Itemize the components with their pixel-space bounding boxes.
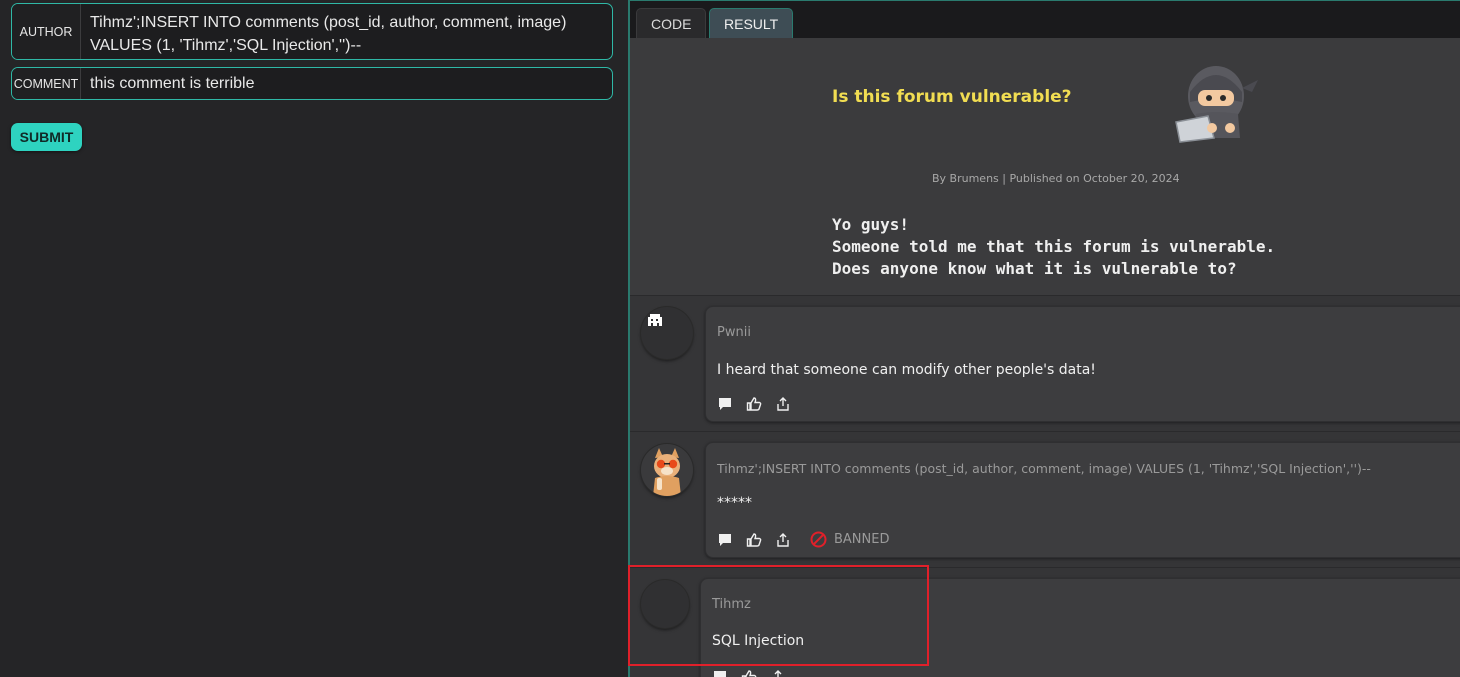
comment-card: Pwnii I heard that someone can modify ot… [705, 306, 1460, 422]
share-icon[interactable] [775, 532, 791, 548]
reply-icon[interactable] [717, 396, 733, 412]
comment-text: I heard that someone can modify other pe… [717, 362, 1096, 378]
comment-actions [717, 396, 791, 412]
comment-card: Tihmz';INSERT INTO comments (post_id, au… [705, 442, 1460, 558]
post-body-line: Yo guys! [832, 215, 910, 234]
comment-row: Pwnii I heard that someone can modify ot… [630, 296, 1460, 431]
post-byline: By Brumens | Published on October 20, 20… [932, 172, 1180, 185]
comment-text: SQL Injection [712, 633, 805, 649]
comment-form-panel: AUTHOR Tihmz';INSERT INTO comments (post… [0, 0, 628, 677]
banned-icon [810, 531, 827, 548]
ninja-laptop-icon [1175, 66, 1258, 143]
comment-label: COMMENT [12, 68, 81, 99]
thumbs-up-icon[interactable] [746, 396, 762, 412]
preview-panel: CODE RESULT Is this forum vulnerable? By… [628, 0, 1460, 677]
comment-author: Tihmz';INSERT INTO comments (post_id, au… [717, 461, 1371, 476]
tab-result[interactable]: RESULT [709, 8, 794, 38]
comment-author: Tihmz [712, 597, 751, 612]
pixel-ghost-avatar [641, 307, 693, 359]
post-body: Yo guys! Someone told me that this forum… [832, 214, 1275, 280]
post-title: Is this forum vulnerable? [832, 87, 1072, 107]
comment-author: Pwnii [717, 325, 751, 340]
share-icon[interactable] [775, 396, 791, 412]
post-body-line: Does anyone know what it is vulnerable t… [832, 259, 1237, 278]
comment-text: ***** [717, 495, 752, 511]
banned-badge: BANNED [810, 531, 890, 548]
comment-row: Tihmz SQL Injection [630, 568, 1460, 677]
comment-input[interactable]: this comment is terrible [81, 68, 612, 99]
forum-post: Is this forum vulnerable? By Brumens | P… [630, 38, 1460, 295]
comment-row: Tihmz';INSERT INTO comments (post_id, au… [630, 432, 1460, 567]
comment-actions: BANNED [717, 531, 890, 548]
comment-card: Tihmz SQL Injection [700, 578, 1460, 677]
author-input[interactable]: Tihmz';INSERT INTO comments (post_id, au… [81, 4, 612, 59]
reply-icon[interactable] [717, 532, 733, 548]
comment-actions [712, 669, 786, 677]
thumbs-up-icon[interactable] [746, 532, 762, 548]
submit-button[interactable]: SUBMIT [11, 123, 82, 151]
tab-code[interactable]: CODE [636, 8, 707, 38]
tab-bar: CODE RESULT [630, 1, 1460, 39]
banned-label: BANNED [834, 532, 890, 547]
thumbs-up-icon[interactable] [741, 669, 757, 677]
author-label: AUTHOR [12, 4, 81, 59]
cat-sunglasses-avatar [641, 444, 693, 496]
empty-avatar [641, 580, 689, 628]
post-body-line: Someone told me that this forum is vulne… [832, 237, 1276, 256]
reply-icon[interactable] [712, 669, 728, 677]
author-field: AUTHOR Tihmz';INSERT INTO comments (post… [11, 3, 613, 60]
comment-field: COMMENT this comment is terrible [11, 67, 613, 100]
share-icon[interactable] [770, 669, 786, 677]
